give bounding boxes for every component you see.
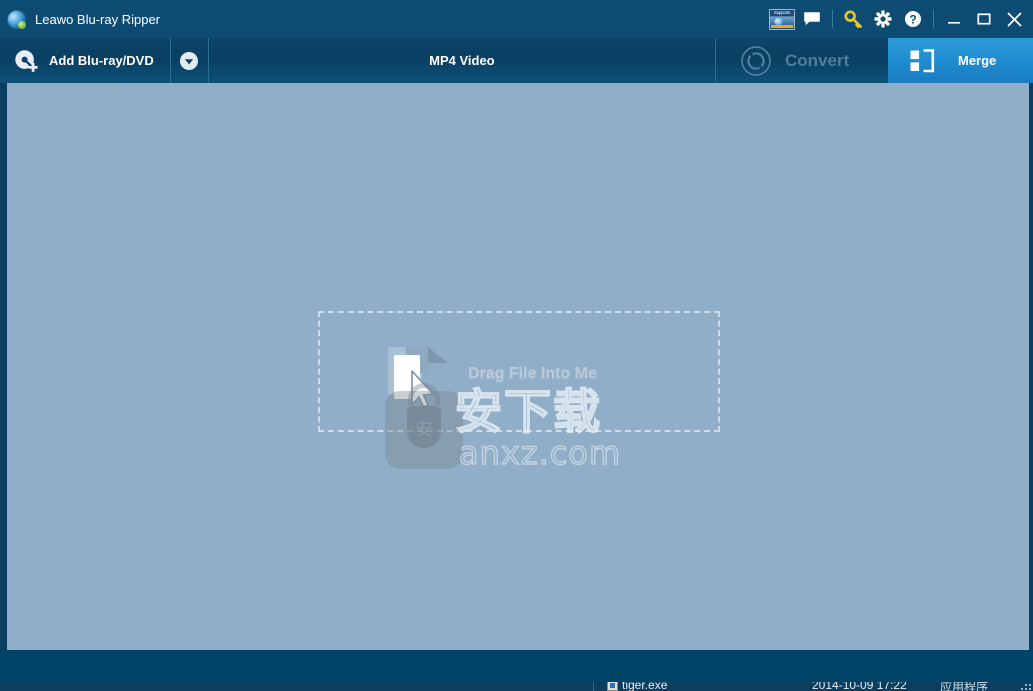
app-logo-disc-icon [8,10,26,29]
supports-banner-icon: Supports [769,8,795,30]
help-button[interactable]: ? [898,0,928,38]
register-key-button[interactable] [838,0,868,38]
gear-icon [874,10,892,28]
chevron-down-icon [180,51,199,70]
merge-icon [910,48,935,72]
close-icon [1007,12,1021,26]
minimize-icon [948,22,960,24]
maximize-button[interactable] [969,0,999,38]
application-window: Leawo Blu-ray Ripper Supports ? Add Blu-… [0,0,1033,682]
file-list-area[interactable]: Drag File Into Me 安 安下载 anxz.com [0,83,1033,650]
output-profile-selector[interactable]: MP4 Video [209,38,715,83]
title-bar-separator-1 [832,10,833,28]
add-disc-icon [14,49,38,73]
help-icon: ? [905,11,921,27]
output-profile-label: MP4 Video [429,53,495,68]
title-bar-actions: Supports ? [767,0,1033,38]
minimize-button[interactable] [939,0,969,38]
file-drop-icon [386,339,460,411]
maximize-icon [977,13,991,25]
feedback-icon [804,12,820,26]
svg-text:?: ? [909,12,916,26]
main-toolbar: Add Blu-ray/DVD MP4 Video Convert Merge [0,38,1033,83]
settings-button[interactable] [868,0,898,38]
add-bluray-dvd-button[interactable]: Add Blu-ray/DVD [0,38,170,83]
merge-button[interactable]: Merge [888,38,1033,83]
window-title: Leawo Blu-ray Ripper [35,11,161,27]
title-bar[interactable]: Leawo Blu-ray Ripper Supports ? [0,0,1033,38]
status-bar [0,650,1033,682]
watermark-site-text: anxz.com [458,434,622,472]
drop-zone-label: Drag File Into Me [468,365,597,382]
supports-banner-text: Supports [770,9,794,16]
add-bluray-dvd-label: Add Blu-ray/DVD [49,53,154,68]
convert-label: Convert [785,50,850,70]
key-icon [843,10,862,28]
close-button[interactable] [999,0,1029,38]
merge-label: Merge [958,53,997,68]
convert-button[interactable]: Convert [716,38,888,83]
convert-refresh-icon [741,45,771,76]
drop-zone[interactable]: Drag File Into Me [318,311,720,432]
supports-banner-button[interactable]: Supports [767,0,797,38]
feedback-button[interactable] [797,0,827,38]
add-source-dropdown-button[interactable] [171,38,208,83]
title-bar-separator-2 [933,10,934,28]
